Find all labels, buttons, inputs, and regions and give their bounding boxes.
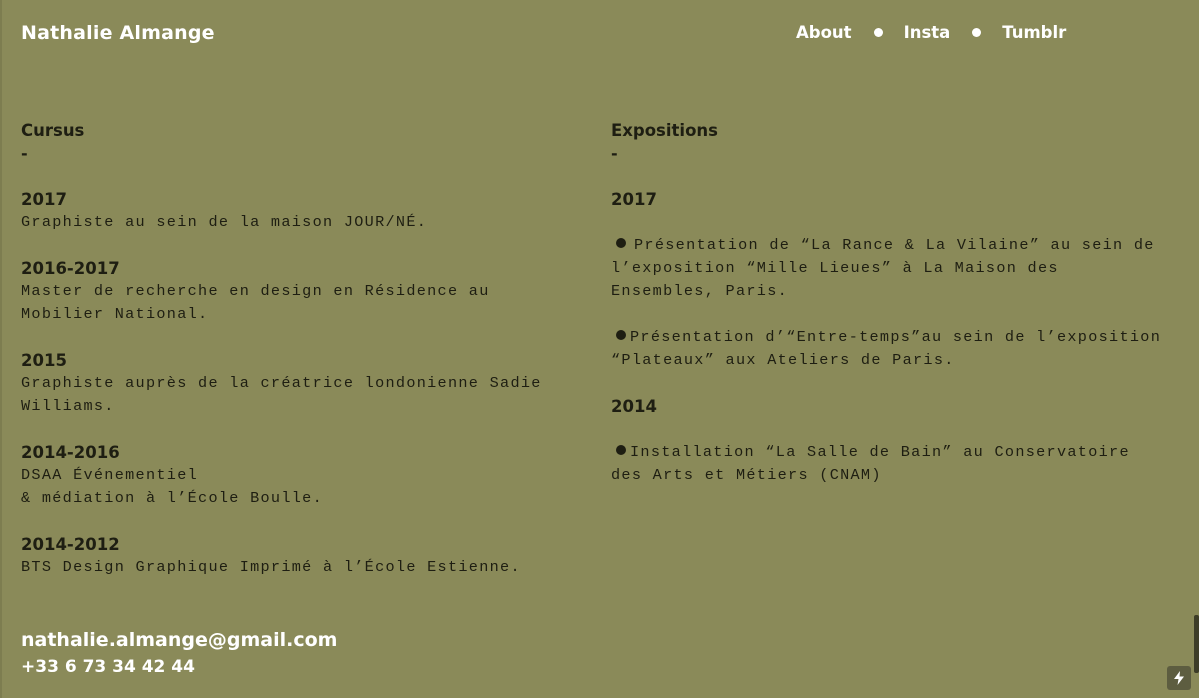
expositions-year-group: 2014 bbox=[611, 395, 1171, 418]
dot-icon bbox=[972, 27, 982, 37]
expositions-year: 2014 bbox=[611, 397, 657, 416]
cursus-text: BTS Design Graphique Imprimé à l’École E… bbox=[21, 558, 521, 576]
cursus-text: Master de recherche en design en Résiden… bbox=[21, 282, 490, 323]
exposition-item: Présentation de “La Rance & La Vilaine” … bbox=[611, 234, 1171, 303]
main-nav: About Insta Tumblr bbox=[796, 21, 1066, 43]
cursus-item: 2014-2012 BTS Design Graphique Imprimé à… bbox=[21, 533, 581, 579]
cursus-year: 2014-2016 bbox=[21, 443, 120, 462]
cursus-text-line2: & médiation à l’École Boulle. bbox=[21, 489, 324, 507]
cursus-year: 2014-2012 bbox=[21, 535, 120, 554]
site-title[interactable]: Nathalie Almange bbox=[21, 22, 215, 44]
nav-insta-link[interactable]: Insta bbox=[904, 23, 951, 42]
cursus-text-line1: DSAA Événementiel bbox=[21, 466, 199, 484]
cursus-year: 2015 bbox=[21, 351, 67, 370]
cursus-item: 2014-2016 DSAA Événementiel & médiation … bbox=[21, 441, 581, 510]
cursus-section: Cursus - 2017 Graphiste au sein de la ma… bbox=[21, 119, 581, 602]
exposition-item: Présentation d’“Entre-temps”au sein de l… bbox=[611, 326, 1171, 372]
expositions-year: 2017 bbox=[611, 190, 657, 209]
expositions-dash: - bbox=[611, 144, 618, 163]
expositions-year-group: 2017 bbox=[611, 188, 1171, 211]
cursus-text: Graphiste au sein de la maison JOUR/NÉ. bbox=[21, 213, 428, 231]
cursus-item: 2016-2017 Master de recherche en design … bbox=[21, 257, 581, 326]
cursus-dash: - bbox=[21, 144, 28, 163]
cursus-title: Cursus bbox=[21, 121, 85, 140]
nav-about-link[interactable]: About bbox=[796, 23, 852, 42]
contact-email-link[interactable]: nathalie.almange@gmail.com bbox=[21, 629, 337, 651]
exposition-item: Installation “La Salle de Bain” au Conse… bbox=[611, 441, 1171, 487]
lightning-bolt-icon bbox=[1174, 671, 1184, 685]
cursus-text: Graphiste auprès de la créatrice londoni… bbox=[21, 374, 542, 415]
nav-tumblr-link[interactable]: Tumblr bbox=[1002, 23, 1066, 42]
bullet-icon bbox=[616, 445, 626, 455]
cursus-item: 2015 Graphiste auprès de la créatrice lo… bbox=[21, 349, 581, 418]
exposition-text: Présentation de “La Rance & La Vilaine” … bbox=[611, 236, 1155, 300]
exposition-text: Présentation d’“Entre-temps”au sein de l… bbox=[611, 328, 1162, 369]
contact-phone: +33 6 73 34 42 44 bbox=[21, 657, 195, 677]
expositions-title: Expositions bbox=[611, 121, 718, 140]
cursus-item: 2017 Graphiste au sein de la maison JOUR… bbox=[21, 188, 581, 234]
scrollbar-thumb[interactable] bbox=[1194, 615, 1199, 673]
expositions-section: Expositions - 2017 Présentation de “La R… bbox=[611, 119, 1171, 510]
exposition-text: Installation “La Salle de Bain” au Conse… bbox=[611, 443, 1130, 484]
cursus-year: 2017 bbox=[21, 190, 67, 209]
dot-icon bbox=[873, 27, 883, 37]
bullet-icon bbox=[616, 238, 626, 248]
cursus-year: 2016-2017 bbox=[21, 259, 120, 278]
window-edge bbox=[0, 0, 2, 698]
bullet-icon bbox=[616, 330, 626, 340]
lightning-bolt-button[interactable] bbox=[1167, 666, 1191, 690]
